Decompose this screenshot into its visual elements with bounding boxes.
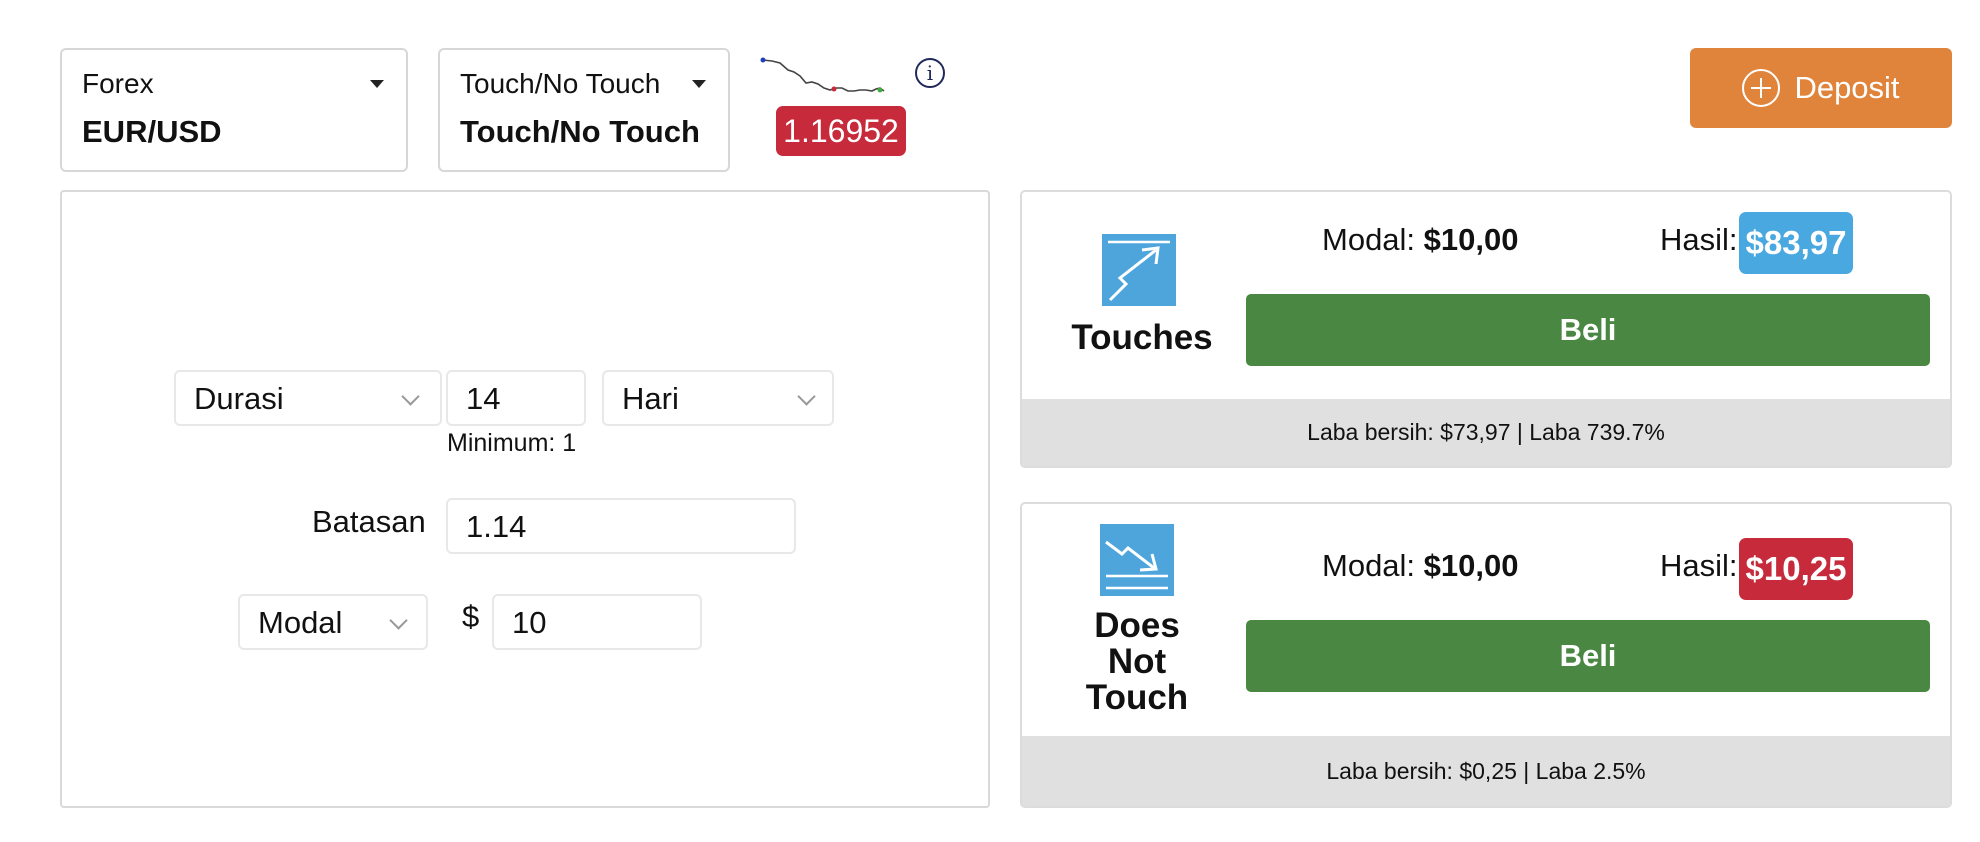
caret-down-icon — [370, 80, 384, 88]
chevron-down-icon — [797, 387, 816, 406]
no-touch-profit-summary: Laba bersih: $0,25 | Laba 2.5% — [1022, 736, 1950, 806]
no-touch-payout-badge: $10,25 — [1739, 538, 1853, 600]
amount-input[interactable]: 10 — [492, 594, 702, 650]
info-icon[interactable]: i — [915, 58, 945, 88]
caret-down-icon — [692, 80, 706, 88]
contract-type-selector[interactable]: Touch/No Touch Touch/No Touch — [438, 48, 730, 172]
no-touch-stake: Modal: $10,00 — [1322, 548, 1519, 584]
duration-type-select[interactable]: Durasi — [174, 370, 442, 426]
no-touch-title: Does Not Touch — [1085, 606, 1189, 717]
no-touch-buy-button[interactable]: Beli — [1246, 620, 1930, 692]
price-sparkline — [760, 57, 885, 93]
contract-type-category: Touch/No Touch — [460, 68, 661, 99]
contract-form-panel: Durasi 14 Hari Minimum: 1 Batasan 1.14 M… — [60, 190, 990, 808]
market-value: EUR/USD — [82, 114, 222, 149]
contract-type-value: Touch/No Touch — [460, 114, 700, 149]
touches-profit-summary: Laba bersih: $73,97 | Laba 739.7% — [1022, 399, 1950, 466]
barrier-input[interactable]: 1.14 — [446, 498, 796, 554]
amount-type-select[interactable]: Modal — [238, 594, 428, 650]
touches-title: Touches — [1071, 318, 1213, 357]
duration-amount-value: 14 — [466, 381, 501, 416]
no-touch-arrow-icon — [1100, 524, 1174, 596]
payout-label: Hasil: — [1660, 548, 1738, 583]
stake-label: Modal: — [1322, 548, 1416, 583]
chevron-down-icon — [401, 387, 420, 406]
touches-contract-card: Touches Modal: $10,00 Hasil: $83,97 Beli… — [1020, 190, 1952, 468]
duration-minimum-hint: Minimum: 1 — [447, 429, 577, 457]
payout-label: Hasil: — [1660, 222, 1738, 257]
deposit-label: Deposit — [1794, 70, 1900, 105]
amount-value: 10 — [512, 605, 547, 640]
touches-payout-badge: $83,97 — [1739, 212, 1853, 274]
no-touch-contract-card: Does Not Touch Modal: $10,00 Hasil: $10,… — [1020, 502, 1952, 808]
touch-arrow-icon — [1102, 234, 1176, 306]
chevron-down-icon — [389, 611, 408, 630]
barrier-value: 1.14 — [466, 509, 527, 544]
market-selector[interactable]: Forex EUR/USD — [60, 48, 408, 172]
touches-stake: Modal: $10,00 — [1322, 222, 1519, 258]
barrier-label: Batasan — [312, 504, 426, 539]
deposit-button[interactable]: Deposit — [1690, 48, 1952, 128]
currency-symbol: $ — [462, 599, 480, 634]
amount-type-value: Modal — [258, 605, 343, 640]
stake-value: $10,00 — [1423, 548, 1519, 583]
stake-label: Modal: — [1322, 222, 1416, 257]
duration-amount-input[interactable]: 14 — [446, 370, 586, 426]
stake-value: $10,00 — [1423, 222, 1519, 257]
duration-unit-select[interactable]: Hari — [602, 370, 834, 426]
touches-buy-button[interactable]: Beli — [1246, 294, 1930, 366]
plus-circle-icon — [1742, 69, 1781, 107]
current-price-badge: 1.16952 — [776, 106, 906, 156]
duration-unit-value: Hari — [622, 381, 679, 416]
market-category: Forex — [82, 68, 154, 99]
duration-type-value: Durasi — [194, 381, 284, 416]
